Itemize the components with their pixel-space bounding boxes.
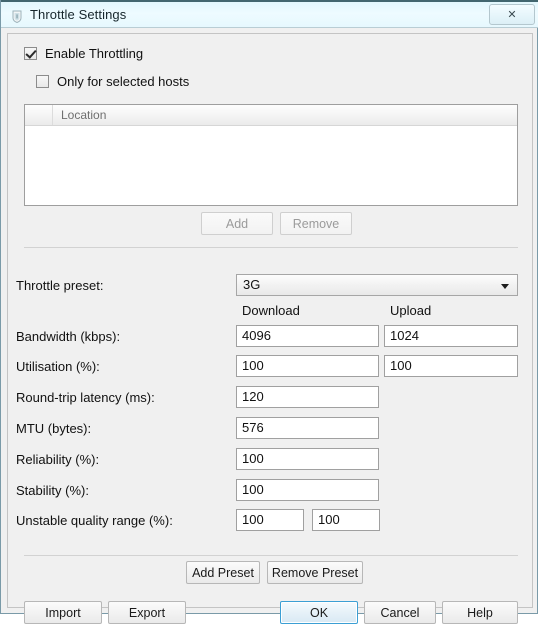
enable-throttling-checkbox[interactable] — [24, 47, 37, 60]
utilisation-upload-input[interactable]: 100 — [384, 355, 518, 377]
only-selected-hosts-row[interactable]: Only for selected hosts — [36, 74, 189, 89]
bandwidth-download-input[interactable]: 4096 — [236, 325, 379, 347]
unstable-quality-range-min-input[interactable]: 100 — [236, 509, 304, 531]
bandwidth-label: Bandwidth (kbps): — [16, 329, 121, 344]
mtu-input[interactable]: 576 — [236, 417, 379, 439]
host-list-body[interactable] — [25, 126, 517, 205]
title-bar: Throttle Settings ✕ — [1, 0, 538, 28]
mtu-label: MTU (bytes): — [16, 421, 92, 436]
close-button[interactable]: ✕ — [489, 4, 535, 25]
host-list-column-location[interactable]: Location — [53, 105, 517, 125]
stability-label: Stability (%): — [16, 483, 89, 498]
reliability-label: Reliability (%): — [16, 452, 100, 467]
separator-top — [24, 247, 518, 248]
upload-column-header: Upload — [390, 303, 432, 318]
throttle-preset-label: Throttle preset: — [16, 278, 104, 293]
separator-bottom — [24, 555, 518, 556]
close-icon: ✕ — [507, 8, 517, 21]
round-trip-latency-input[interactable]: 120 — [236, 386, 379, 408]
ok-button[interactable]: OK — [280, 601, 358, 624]
reliability-input[interactable]: 100 — [236, 448, 379, 470]
unstable-quality-range-label: Unstable quality range (%): — [16, 513, 173, 528]
window-title: Throttle Settings — [30, 7, 127, 22]
remove-host-button[interactable]: Remove — [280, 212, 352, 235]
utilisation-download-input[interactable]: 100 — [236, 355, 379, 377]
throttle-settings-window: Throttle Settings ✕ Enable Throttling On… — [0, 0, 538, 624]
help-button[interactable]: Help — [442, 601, 518, 624]
host-list-column-checkbox[interactable] — [25, 105, 53, 125]
download-column-header: Download — [242, 303, 300, 318]
add-host-button[interactable]: Add — [201, 212, 273, 235]
cancel-button[interactable]: Cancel — [364, 601, 436, 624]
add-preset-button[interactable]: Add Preset — [186, 561, 260, 584]
export-button[interactable]: Export — [108, 601, 186, 624]
enable-throttling-label: Enable Throttling — [45, 46, 144, 61]
chevron-down-icon — [501, 284, 509, 289]
bandwidth-upload-input[interactable]: 1024 — [384, 325, 518, 347]
remove-preset-button[interactable]: Remove Preset — [267, 561, 363, 584]
utilisation-label: Utilisation (%): — [16, 359, 100, 374]
host-list[interactable]: Location — [24, 104, 518, 206]
app-shield-icon — [10, 9, 25, 24]
round-trip-latency-label: Round-trip latency (ms): — [16, 390, 155, 405]
content-panel: Enable Throttling Only for selected host… — [7, 33, 533, 624]
host-list-header: Location — [25, 105, 517, 126]
enable-throttling-row[interactable]: Enable Throttling — [24, 46, 143, 61]
throttle-preset-select[interactable]: 3G — [236, 274, 518, 296]
only-selected-hosts-label: Only for selected hosts — [57, 74, 190, 89]
throttle-preset-value: 3G — [243, 277, 261, 292]
unstable-quality-range-max-input[interactable]: 100 — [312, 509, 380, 531]
only-selected-hosts-checkbox[interactable] — [36, 75, 49, 88]
stability-input[interactable]: 100 — [236, 479, 379, 501]
import-button[interactable]: Import — [24, 601, 102, 624]
